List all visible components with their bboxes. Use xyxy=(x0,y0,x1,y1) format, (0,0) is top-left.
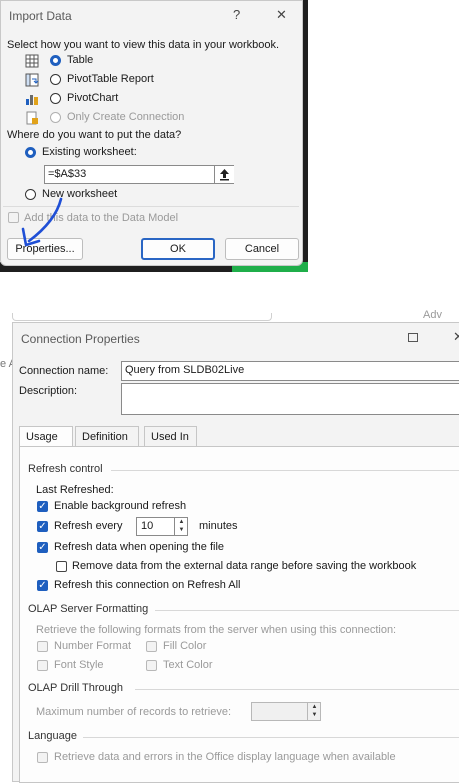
pivottable-icon xyxy=(25,73,39,90)
refresh-minutes-value: 10 xyxy=(141,520,154,532)
minutes-label: minutes xyxy=(199,520,238,532)
max-records-label: Maximum number of records to retrieve: xyxy=(36,706,232,718)
range-input[interactable]: =$A$33 xyxy=(44,165,234,184)
refresh-every-checkbox[interactable]: ✓ xyxy=(37,521,48,532)
refresh-on-open-label[interactable]: Refresh data when opening the file xyxy=(54,541,224,553)
connection-name-label: Connection name: xyxy=(19,365,109,377)
collapse-range-button[interactable] xyxy=(214,166,234,183)
view-table-radio[interactable] xyxy=(50,55,61,66)
connection-name-input[interactable]: Query from SLDB02Live xyxy=(121,361,459,381)
description-input[interactable] xyxy=(121,383,459,415)
separator xyxy=(135,689,459,690)
table-icon xyxy=(25,54,39,71)
view-pivottable-label[interactable]: PivotTable Report xyxy=(67,73,154,85)
stepper-arrows[interactable]: ▲ ▼ xyxy=(307,703,321,720)
tab-used-in[interactable]: Used In xyxy=(144,426,197,446)
stepper-arrows[interactable]: ▲ ▼ xyxy=(174,518,188,535)
refresh-all-label[interactable]: Refresh this connection on Refresh All xyxy=(54,579,241,591)
tab-used-in-label: Used In xyxy=(151,431,189,443)
refresh-minutes-stepper[interactable]: 10 ▲ ▼ xyxy=(136,517,188,536)
view-pivottable-radio[interactable] xyxy=(50,74,61,85)
refresh-on-open-checkbox[interactable]: ✓ xyxy=(37,542,48,553)
font-style-label[interactable]: Font Style xyxy=(54,659,104,671)
separator xyxy=(155,610,459,611)
existing-worksheet-label[interactable]: Existing worksheet: xyxy=(42,146,137,158)
max-records-stepper[interactable]: ▲ ▼ xyxy=(251,702,321,721)
ok-button[interactable]: OK xyxy=(141,238,215,260)
annotation-arrow-icon xyxy=(21,197,63,247)
number-format-label[interactable]: Number Format xyxy=(54,640,131,652)
connection-properties-dialog: Connection Properties ✕ Connection name:… xyxy=(12,322,459,783)
background-adv-text: Adv xyxy=(423,309,442,321)
import-data-dialog: Import Data ? ✕ Select how you want to v… xyxy=(0,0,303,266)
tab-usage-label: Usage xyxy=(26,431,58,443)
remove-data-label[interactable]: Remove data from the external data range… xyxy=(72,560,416,572)
font-style-checkbox[interactable] xyxy=(37,660,48,671)
dialog-title: Connection Properties xyxy=(21,332,140,346)
close-icon[interactable]: ✕ xyxy=(453,329,459,345)
description-label: Description: xyxy=(19,385,78,397)
view-pivotchart-label[interactable]: PivotChart xyxy=(67,92,118,104)
separator xyxy=(111,470,459,471)
fill-color-label[interactable]: Fill Color xyxy=(163,640,206,652)
view-prompt: Select how you want to view this data in… xyxy=(7,39,280,51)
help-button[interactable]: ? xyxy=(233,7,240,22)
dialog-title: Import Data xyxy=(9,9,72,23)
ok-button-label: OK xyxy=(170,243,186,255)
office-language-checkbox[interactable] xyxy=(37,752,48,763)
upload-arrow-icon xyxy=(220,169,229,181)
language-heading: Language xyxy=(28,730,77,742)
last-refreshed-label: Last Refreshed: xyxy=(36,484,114,496)
connection-icon xyxy=(25,111,39,128)
olap-formatting-description: Retrieve the following formats from the … xyxy=(36,624,397,636)
refresh-all-checkbox[interactable]: ✓ xyxy=(37,580,48,591)
separator xyxy=(83,737,459,738)
tab-definition[interactable]: Definition xyxy=(75,426,139,446)
cancel-button-label: Cancel xyxy=(244,243,280,255)
maximize-icon[interactable] xyxy=(408,333,418,342)
remove-data-checkbox[interactable] xyxy=(56,561,67,572)
close-button[interactable]: ✕ xyxy=(276,7,287,23)
refresh-every-label[interactable]: Refresh every xyxy=(54,520,122,532)
view-connection-radio[interactable] xyxy=(50,112,61,123)
enable-background-label[interactable]: Enable background refresh xyxy=(54,500,186,512)
connection-name-value: Query from SLDB02Live xyxy=(125,364,245,376)
text-color-checkbox[interactable] xyxy=(146,660,157,671)
pivotchart-icon xyxy=(25,92,39,109)
cancel-button[interactable]: Cancel xyxy=(225,238,299,260)
background-box xyxy=(12,313,272,321)
put-prompt: Where do you want to put the data? xyxy=(7,129,182,141)
existing-worksheet-radio[interactable] xyxy=(25,147,36,158)
tab-definition-label: Definition xyxy=(82,431,128,443)
olap-drill-heading: OLAP Drill Through xyxy=(28,682,123,694)
view-table-label[interactable]: Table xyxy=(67,54,93,66)
view-connection-label[interactable]: Only Create Connection xyxy=(67,111,184,123)
tab-usage[interactable]: Usage xyxy=(19,426,73,446)
office-language-label[interactable]: Retrieve data and errors in the Office d… xyxy=(54,751,396,763)
enable-background-checkbox[interactable]: ✓ xyxy=(37,501,48,512)
view-pivotchart-radio[interactable] xyxy=(50,93,61,104)
fill-color-checkbox[interactable] xyxy=(146,641,157,652)
refresh-control-heading: Refresh control xyxy=(28,463,103,475)
number-format-checkbox[interactable] xyxy=(37,641,48,652)
text-color-label[interactable]: Text Color xyxy=(163,659,213,671)
range-input-value: =$A$33 xyxy=(48,168,87,180)
olap-formatting-heading: OLAP Server Formatting xyxy=(28,603,149,615)
